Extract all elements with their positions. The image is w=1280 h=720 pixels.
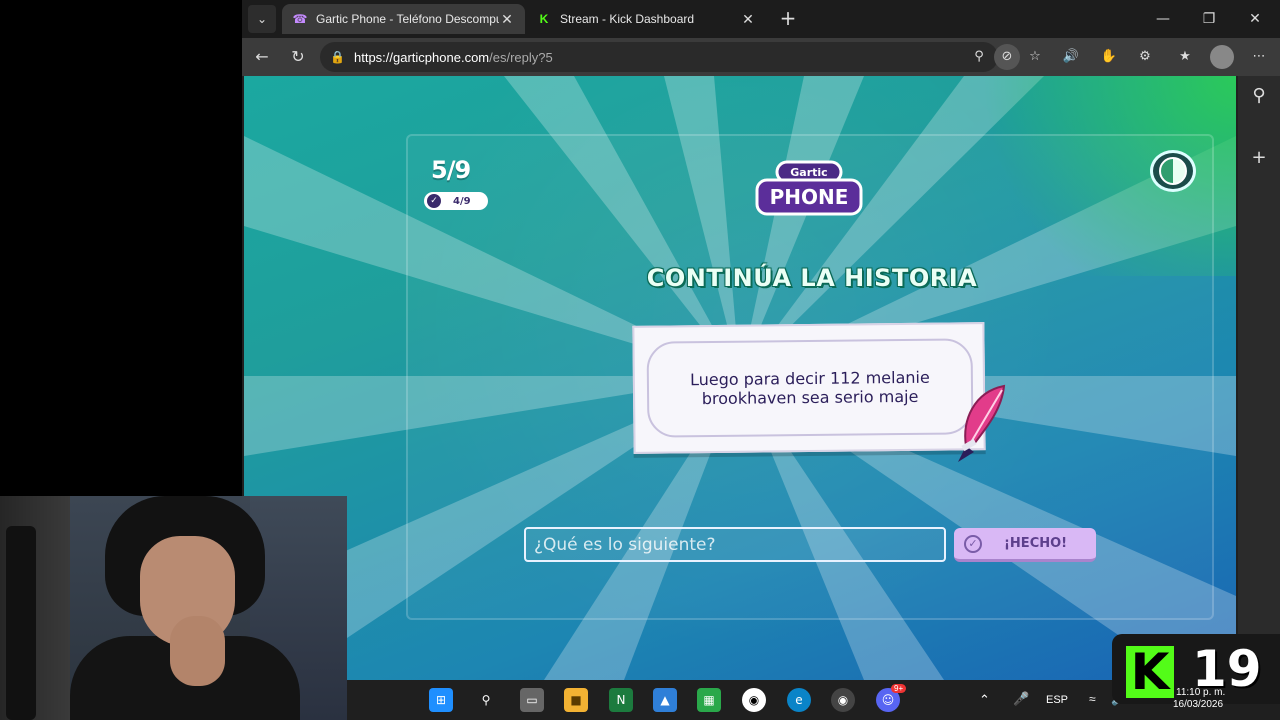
kick-viewer-overlay: K 19 11:10 p. m. 16/03/2026 (1112, 634, 1280, 710)
webcam-overlay (0, 496, 347, 720)
excel-app-icon[interactable]: N (609, 688, 633, 712)
reload-button[interactable]: ↻ (286, 45, 310, 69)
logo-top-text: Gartic (790, 166, 827, 179)
done-button[interactable]: ✓ ¡HECHO! (954, 528, 1096, 562)
favorites-icon[interactable]: ★ (1174, 46, 1196, 68)
address-bar[interactable]: 🔒 https://garticphone.com /es/reply?5 (320, 42, 998, 72)
favorite-star-icon[interactable]: ☆ (1024, 46, 1046, 68)
contrast-icon (1159, 157, 1187, 185)
restore-button[interactable]: ❐ (1186, 6, 1232, 32)
microphone-icon[interactable]: 🎤 (1013, 691, 1029, 707)
tab-title: Stream - Kick Dashboard (560, 12, 695, 26)
speaker-extension-icon[interactable]: 🔊 (1060, 46, 1082, 68)
gartic-phone-logo: Gartic PHONE (755, 160, 863, 216)
file-explorer-icon[interactable]: ■ (564, 688, 588, 712)
chevron-up-icon[interactable]: ⌃ (979, 692, 990, 708)
tracking-prevention-icon[interactable]: ⊘ (994, 44, 1020, 70)
round-counter: 5/9 (431, 156, 471, 184)
photos-app-icon[interactable]: ▲ (653, 688, 677, 712)
add-sidebar-icon[interactable]: + (1247, 146, 1271, 170)
plus-icon: + (779, 6, 797, 30)
language-indicator[interactable]: ESP (1046, 694, 1068, 706)
zoom-icon[interactable]: ⚲ (968, 46, 990, 68)
clock-time: 11:10 p. m. (1176, 687, 1226, 698)
chevron-down-icon: ⌄ (256, 12, 268, 26)
discord-notification-badge: 9+ (891, 684, 907, 693)
tab-kick-dashboard[interactable]: K Stream - Kick Dashboard ✕ (526, 4, 766, 34)
chrome-app-icon[interactable]: ◉ (831, 688, 855, 712)
page-heading: CONTINÚA LA HISTORIA (646, 264, 978, 292)
tab-gartic-phone[interactable]: ☎ Gartic Phone - Teléfono Descompu ✕ (282, 4, 525, 34)
browser-toolbar: ← ↻ 🔒 https://garticphone.com /es/reply?… (242, 38, 1280, 76)
search-icon[interactable]: ⚲ (1247, 84, 1271, 108)
url-path: /es/reply?5 (489, 49, 553, 65)
logo-bottom-text: PHONE (770, 185, 849, 209)
task-view-icon[interactable]: ▭ (520, 688, 544, 712)
edge-sidebar: ⚲ + (1238, 76, 1280, 680)
close-tab-icon[interactable]: ✕ (499, 11, 515, 28)
guitar-image (6, 526, 36, 720)
close-icon: ✕ (1249, 11, 1261, 27)
kick-icon: K (539, 12, 549, 26)
profile-avatar[interactable] (1210, 45, 1234, 69)
next-phrase-input[interactable] (524, 527, 946, 562)
wifi-icon[interactable]: ≈ (1089, 692, 1096, 706)
close-tab-icon[interactable]: ✕ (740, 11, 756, 28)
minimize-icon: — (1156, 11, 1170, 27)
url-host: https://garticphone.com (354, 49, 490, 65)
clock-date: 16/03/2026 (1173, 699, 1224, 710)
check-icon: ✓ (427, 194, 441, 208)
game-panel: 5/9 ✓ 4/9 Gartic PHONE CONTINÚA LA HISTO… (406, 134, 1214, 620)
players-done-badge: ✓ 4/9 (424, 192, 488, 210)
tab-bar: ⌄ ☎ Gartic Phone - Teléfono Descompu ✕ K… (242, 0, 1280, 38)
done-button-label: ¡HECHO! (1004, 536, 1068, 551)
lock-icon: 🔒 (330, 50, 345, 64)
kick-logo-icon: K (1126, 646, 1174, 698)
more-options-icon[interactable]: ⋯ (1248, 46, 1270, 68)
obs-app-icon[interactable]: ◉ (742, 688, 766, 712)
new-tab-button[interactable]: + (776, 6, 800, 30)
players-done-count: 4/9 (453, 195, 471, 207)
restore-icon: ❐ (1202, 11, 1216, 27)
minimize-button[interactable]: — (1140, 6, 1186, 32)
browser-window: ⌄ ☎ Gartic Phone - Teléfono Descompu ✕ K… (242, 0, 1280, 680)
streamer-hand (170, 616, 225, 686)
reload-icon: ↻ (291, 47, 305, 66)
telephone-icon: ☎ (292, 12, 308, 26)
arrow-left-icon: ← (255, 47, 269, 66)
theme-toggle-button[interactable] (1150, 150, 1196, 192)
windows-start-icon[interactable]: ⊞ (429, 688, 453, 712)
extensions-icon[interactable]: ⚙ (1134, 46, 1156, 68)
tab-title: Gartic Phone - Teléfono Descompu (316, 12, 499, 26)
tab-actions-menu[interactable]: ⌄ (248, 5, 276, 33)
edge-browser-icon[interactable]: e (787, 688, 811, 712)
story-text: Luego para decir 112 melanie brookhaven … (689, 367, 930, 409)
close-window-button[interactable]: ✕ (1232, 6, 1278, 32)
screen: ⌄ ☎ Gartic Phone - Teléfono Descompu ✕ K… (0, 0, 1280, 720)
search-icon[interactable]: ⚲ (474, 688, 498, 712)
back-button[interactable]: ← (250, 45, 274, 69)
green-app-icon[interactable]: ▦ (697, 688, 721, 712)
stop-extension-icon[interactable]: ✋ (1098, 46, 1120, 68)
check-icon: ✓ (964, 534, 982, 553)
story-card: Luego para decir 112 melanie brookhaven … (632, 322, 986, 454)
story-frame: Luego para decir 112 melanie brookhaven … (646, 338, 974, 438)
game-viewport: 5/9 ✓ 4/9 Gartic PHONE CONTINÚA LA HISTO… (244, 76, 1236, 680)
quill-pen-icon (958, 384, 1006, 462)
